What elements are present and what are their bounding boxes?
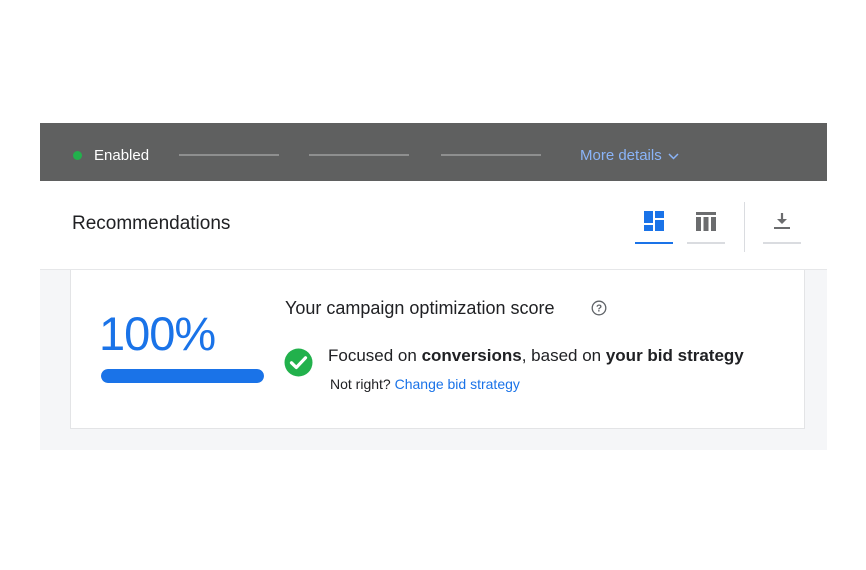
focus-source: your bid strategy bbox=[605, 346, 744, 365]
hint-prefix: Not right? bbox=[330, 376, 391, 392]
active-view-indicator bbox=[635, 242, 673, 244]
placeholder-line bbox=[179, 154, 279, 156]
download-button[interactable] bbox=[763, 206, 801, 244]
bid-strategy-hint: Not right? Change bid strategy bbox=[330, 376, 520, 392]
chevron-down-icon bbox=[668, 153, 679, 160]
more-details-label: More details bbox=[580, 147, 662, 164]
campaign-status-bar: Enabled More details bbox=[40, 123, 827, 181]
table-view-button[interactable] bbox=[687, 206, 725, 244]
more-details-link[interactable]: More details bbox=[580, 147, 679, 164]
focus-statement: Focused on conversions, based on your bi… bbox=[328, 346, 744, 366]
help-circle-icon[interactable]: ? bbox=[591, 300, 607, 316]
focus-middle: , based on bbox=[521, 346, 606, 365]
placeholder-line bbox=[441, 154, 541, 156]
status-dot-icon bbox=[73, 151, 82, 160]
download-indicator bbox=[763, 242, 801, 244]
view-indicator bbox=[687, 242, 725, 244]
page-title: Recommendations bbox=[72, 213, 231, 234]
optimization-score-card: 100% Your campaign optimization score ? … bbox=[70, 270, 805, 429]
focus-metric: conversions bbox=[421, 346, 522, 365]
placeholder-line bbox=[309, 154, 409, 156]
optimization-score-bar-fill bbox=[101, 369, 264, 383]
focus-prefix: Focused on bbox=[328, 346, 422, 365]
optimization-score-value: 100% bbox=[99, 307, 216, 360]
recommendations-toolbar: Recommendations bbox=[40, 181, 827, 270]
card-view-button[interactable] bbox=[635, 206, 673, 244]
toolbar-divider bbox=[744, 202, 745, 252]
optimization-score-label: Your campaign optimization score bbox=[285, 298, 555, 318]
optimization-score-bar bbox=[101, 369, 264, 383]
card-view-icon bbox=[644, 211, 664, 231]
table-view-icon bbox=[696, 212, 716, 231]
svg-text:?: ? bbox=[596, 304, 602, 315]
download-icon bbox=[774, 213, 790, 229]
check-circle-icon bbox=[284, 348, 313, 377]
campaign-status-label: Enabled bbox=[94, 147, 150, 164]
change-bid-strategy-link[interactable]: Change bid strategy bbox=[395, 376, 520, 392]
campaign-panel: Enabled More details Recommendations 100… bbox=[40, 123, 827, 450]
